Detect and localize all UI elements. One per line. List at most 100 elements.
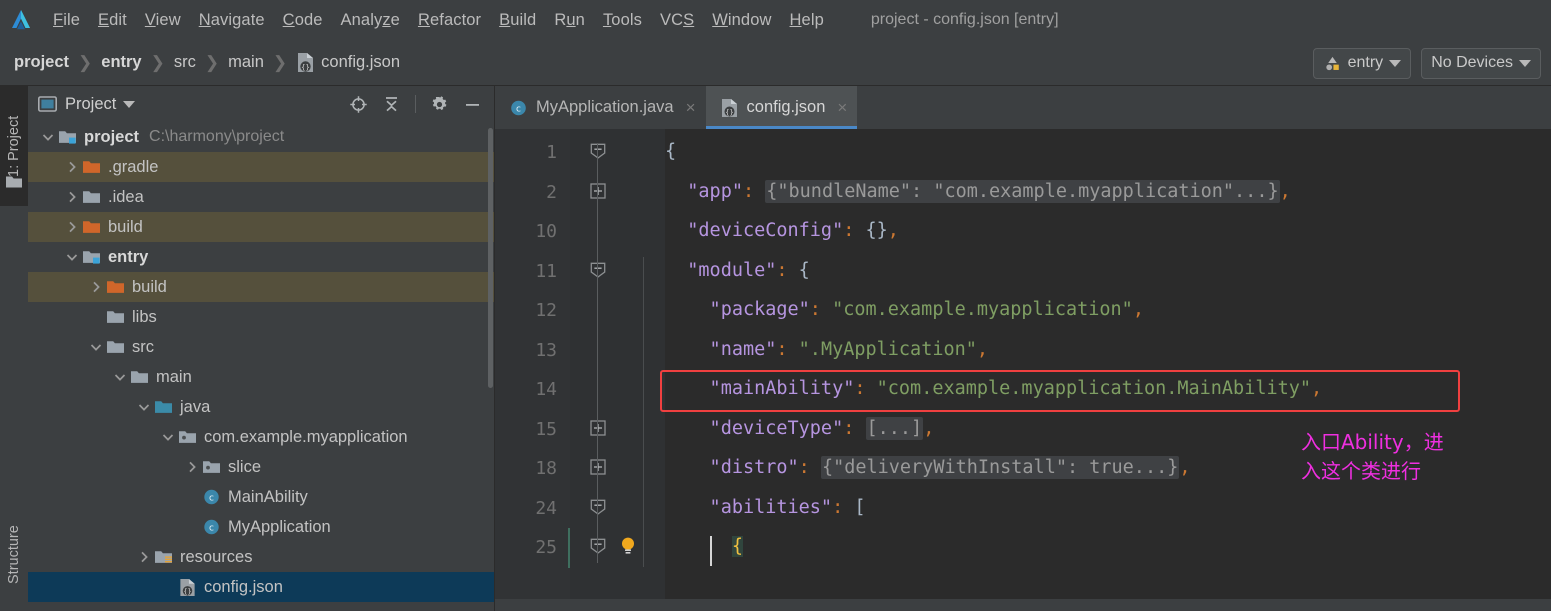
java-class-icon: c xyxy=(204,519,219,535)
menu-item-vcs[interactable]: VCS xyxy=(651,9,703,32)
tree-arrow-down-icon[interactable] xyxy=(64,249,80,265)
tree-item-slice[interactable]: slice xyxy=(28,452,494,482)
tree-arrow-right-icon[interactable] xyxy=(64,159,80,175)
fold-expand-icon[interactable] xyxy=(590,459,606,475)
tree-item-build[interactable]: build xyxy=(28,212,494,242)
menu-item-run[interactable]: Run xyxy=(545,9,594,32)
collapse-all-icon[interactable] xyxy=(382,95,401,114)
code-line[interactable]: "module": { xyxy=(665,261,810,281)
code-editor[interactable]: 入口Ability，进 入这个类进行 1 {2 "app": {"bundleNa… xyxy=(495,129,1551,611)
fold-collapse-icon[interactable] xyxy=(590,499,606,515)
tree-item-java[interactable]: java xyxy=(28,392,494,422)
close-icon[interactable]: × xyxy=(837,98,847,118)
tree-item-MyApplication[interactable]: c MyApplication xyxy=(28,512,494,542)
chevron-down-icon[interactable] xyxy=(123,100,136,108)
breadcrumb-item-entry[interactable]: entry xyxy=(101,53,141,72)
editor-area: c MyApplication.java × {} config.json × 入口Abi… xyxy=(495,86,1551,611)
fold-collapse-icon[interactable] xyxy=(590,143,606,159)
breadcrumb-item-main[interactable]: main xyxy=(228,53,264,72)
code-line[interactable]: "package": "com.example.myapplication", xyxy=(665,300,1144,320)
tree-arrow-right-icon[interactable] xyxy=(64,219,80,235)
fold-guide-line xyxy=(597,143,598,563)
menu-item-code[interactable]: Code xyxy=(274,9,332,32)
code-line[interactable]: "mainAbility": "com.example.myapplicatio… xyxy=(665,379,1323,399)
menu-item-build[interactable]: Build xyxy=(490,9,545,32)
run-configuration-selector[interactable]: entry xyxy=(1312,47,1412,79)
code-line[interactable]: "name": ".MyApplication", xyxy=(665,340,988,360)
tree-arrow-down-icon[interactable] xyxy=(112,369,128,385)
tree-item--gradle[interactable]: .gradle xyxy=(28,152,494,182)
fold-expand-icon[interactable] xyxy=(590,182,606,199)
menu-item-edit[interactable]: Edit xyxy=(89,9,136,32)
locate-target-icon[interactable] xyxy=(349,95,368,114)
tree-item-label: build xyxy=(132,277,167,296)
code-line[interactable]: { xyxy=(665,142,676,162)
menu-item-analyze[interactable]: Analyze xyxy=(332,9,409,32)
editor-tab-config-json[interactable]: {} config.json × xyxy=(705,86,858,129)
menu-item-tools[interactable]: Tools xyxy=(594,9,651,32)
device-selector[interactable]: No Devices xyxy=(1421,47,1541,79)
code-line[interactable]: { xyxy=(665,536,743,557)
tree-item-src[interactable]: src xyxy=(28,332,494,362)
breadcrumb-separator: ❯ xyxy=(78,52,93,72)
close-icon[interactable]: × xyxy=(686,98,696,118)
tree-arrow-right-icon[interactable] xyxy=(88,279,104,295)
tree-item-config-json[interactable]: {} config.json xyxy=(28,572,494,602)
gear-icon[interactable] xyxy=(430,95,449,114)
tree-arrow-down-icon[interactable] xyxy=(160,429,176,445)
tree-arrow-down-icon[interactable] xyxy=(136,399,152,415)
fold-expand-icon[interactable] xyxy=(590,419,606,436)
tree-item-com-example-myapplication[interactable]: com.example.myapplication xyxy=(28,422,494,452)
minimize-icon[interactable] xyxy=(463,95,482,114)
sidebar-tab-project-label: 1: Project xyxy=(6,115,22,177)
intention-bulb-icon[interactable] xyxy=(620,536,636,556)
tree-arrow-down-icon[interactable] xyxy=(40,129,56,145)
tree-item-libs[interactable]: libs xyxy=(28,302,494,332)
tree-arrow-right-icon[interactable] xyxy=(64,189,80,205)
breadcrumb-label: entry xyxy=(101,53,142,71)
project-panel-toolbar xyxy=(349,95,488,114)
run-config-label: entry xyxy=(1347,54,1384,71)
menu-item-help[interactable]: Help xyxy=(781,9,833,32)
tree-item-label: slice xyxy=(228,457,262,476)
tree-item-label: config.json xyxy=(204,577,283,596)
code-line[interactable]: "deviceConfig": {}, xyxy=(665,221,899,241)
tree-scrollbar[interactable] xyxy=(488,128,493,388)
tree-item-build[interactable]: build xyxy=(28,272,494,302)
breadcrumb-label: main xyxy=(228,53,264,71)
fold-collapse-icon[interactable] xyxy=(590,538,606,554)
breadcrumb-item-config-json[interactable]: {} config.json xyxy=(296,52,400,73)
code-line[interactable]: "app": {"bundleName": "com.example.myapp… xyxy=(665,179,1291,203)
code-line[interactable]: "distro": {"deliveryWithInstall": true..… xyxy=(665,456,1191,479)
editor-fold-strip xyxy=(570,129,665,611)
code-line[interactable]: "deviceType": [...], xyxy=(665,416,934,440)
menu-item-file[interactable]: File xyxy=(44,9,89,32)
breadcrumb-item-project[interactable]: project xyxy=(14,53,69,72)
code-line[interactable]: "abilities": [ xyxy=(665,498,866,518)
menu-items: File Edit View Navigate Code Analyze Refactor B… xyxy=(44,9,833,32)
tree-item-resources[interactable]: resources xyxy=(28,542,494,572)
tree-arrow-right-icon[interactable] xyxy=(136,549,152,565)
breadcrumb-item-src[interactable]: src xyxy=(174,53,196,72)
tree-item-entry[interactable]: entry xyxy=(28,242,494,272)
project-tree[interactable]: project C:\harmony\project .gradle .idea bui… xyxy=(28,122,494,611)
tree-item-main[interactable]: main xyxy=(28,362,494,392)
svg-text:c: c xyxy=(209,523,214,533)
tree-arrow-right-icon[interactable] xyxy=(184,459,200,475)
tree-item-label: build xyxy=(108,217,143,236)
sidebar-tab-structure[interactable]: Structure xyxy=(0,499,28,611)
menu-item-refactor[interactable]: Refactor xyxy=(409,9,490,32)
tree-item--idea[interactable]: .idea xyxy=(28,182,494,212)
fold-collapse-icon[interactable] xyxy=(590,262,606,278)
menu-item-navigate[interactable]: Navigate xyxy=(190,9,274,32)
tree-item-project[interactable]: project C:\harmony\project xyxy=(28,122,494,152)
folder-icon xyxy=(107,341,124,353)
menu-item-view[interactable]: View xyxy=(136,9,190,32)
breadcrumb-separator: ❯ xyxy=(150,52,165,72)
tree-item-MainAbility[interactable]: c MainAbility xyxy=(28,482,494,512)
breadcrumb-label: config.json xyxy=(321,53,401,71)
menu-item-window[interactable]: Window xyxy=(703,9,780,32)
tree-item-path: C:\harmony\project xyxy=(149,128,285,145)
editor-tab-MyApplication-java[interactable]: c MyApplication.java × xyxy=(495,86,706,129)
tree-arrow-down-icon[interactable] xyxy=(88,339,104,355)
